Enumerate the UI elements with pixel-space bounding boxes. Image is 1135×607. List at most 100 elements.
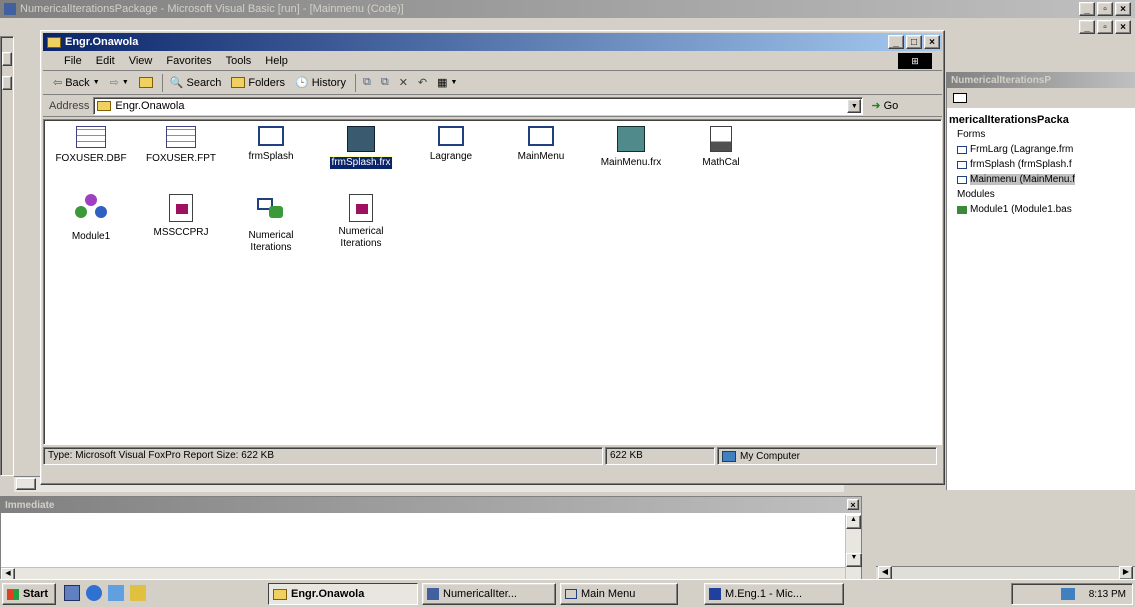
go-button[interactable]: ➜ Go xyxy=(867,97,902,114)
toolbox-button[interactable] xyxy=(2,52,12,66)
explorer-caption-buttons: _ □ × xyxy=(886,35,940,49)
form-icon xyxy=(528,126,554,146)
project-root[interactable]: mericalIterationsPacka xyxy=(949,112,1131,127)
close-icon[interactable]: × xyxy=(847,499,859,510)
vb-title: NumericalIterationsPackage - Microsoft V… xyxy=(20,3,404,15)
address-field[interactable]: Engr.Onawola ▼ xyxy=(93,96,864,115)
chevron-down-icon[interactable]: ▼ xyxy=(847,98,862,113)
vb-caption-buttons: _ ▫ × xyxy=(1077,2,1131,16)
status-size: 622 KB xyxy=(605,447,715,465)
network-icon[interactable] xyxy=(1060,588,1075,600)
forward-button[interactable]: ⇨ ▼ xyxy=(106,74,133,91)
delete-button[interactable]: ✕ xyxy=(395,74,412,91)
file-item[interactable]: Numerical Iterations xyxy=(226,194,316,254)
menu-favorites[interactable]: Favorites xyxy=(159,53,218,69)
folders-button[interactable]: Folders xyxy=(227,75,289,91)
file-item[interactable]: Lagrange xyxy=(406,126,496,163)
history-button[interactable]: 🕒 History xyxy=(291,74,350,91)
scroll-left-arrow[interactable]: ◀ xyxy=(878,566,892,580)
scroll-down-arrow[interactable]: ▼ xyxy=(846,553,862,567)
file-item[interactable]: FOXUSER.FPT xyxy=(136,126,226,165)
tree-item[interactable]: frmSplash (frmSplash.f xyxy=(949,157,1131,172)
chevron-down-icon: ▼ xyxy=(121,79,129,86)
close-icon[interactable]: × xyxy=(924,35,940,49)
form-icon xyxy=(565,589,577,599)
frx-icon xyxy=(347,126,375,152)
explorer-title-bar: Engr.Onawola xyxy=(43,33,942,51)
start-button[interactable]: Start xyxy=(2,583,56,605)
taskbar-item-word[interactable]: M.Eng.1 - Mic... xyxy=(704,583,844,605)
minimize-icon[interactable]: _ xyxy=(888,35,904,49)
internet-explorer-icon[interactable] xyxy=(86,585,102,601)
toolbox-button[interactable] xyxy=(2,76,12,90)
up-folder-button[interactable] xyxy=(135,75,157,90)
views-button[interactable]: ▦ ▼ xyxy=(433,74,461,91)
file-item[interactable]: MSSCCPRJ xyxy=(136,194,226,239)
file-item-selected[interactable]: frmSplash.frx xyxy=(316,126,406,170)
project-panel-title: NumericalIterationsP xyxy=(947,72,1135,88)
undo-button[interactable]: ↶ xyxy=(414,74,431,91)
file-item[interactable]: MainMenu xyxy=(496,126,586,163)
restore-icon[interactable]: ▫ xyxy=(1097,2,1113,16)
toolbar-separator xyxy=(354,73,356,92)
outlook-express-icon[interactable] xyxy=(108,585,124,601)
file-item[interactable]: Module1 xyxy=(46,194,136,243)
menu-edit[interactable]: Edit xyxy=(89,53,122,69)
file-item[interactable]: MathCal xyxy=(676,126,766,169)
file-item[interactable]: MainMenu.frx xyxy=(586,126,676,169)
move-to-button[interactable]: ⧉ xyxy=(359,74,375,91)
close-icon[interactable]: × xyxy=(1115,2,1131,16)
file-item[interactable]: FOXUSER.DBF xyxy=(46,126,136,165)
menu-help[interactable]: Help xyxy=(258,53,295,69)
vb-icon xyxy=(427,588,439,600)
menu-view[interactable]: View xyxy=(122,53,160,69)
close-icon[interactable]: × xyxy=(1115,20,1131,34)
windows-logo-icon xyxy=(7,588,19,600)
menu-file[interactable]: File xyxy=(57,53,89,69)
status-zone: My Computer xyxy=(717,447,937,465)
project-panel-hscroll[interactable] xyxy=(876,566,1135,580)
taskbar-item-vb[interactable]: NumericalIter... xyxy=(422,583,556,605)
restore-icon[interactable]: ▫ xyxy=(1097,20,1113,34)
project-icon xyxy=(255,194,287,226)
views-icon: ▦ xyxy=(437,77,448,89)
menu-tools[interactable]: Tools xyxy=(219,53,259,69)
go-arrow-icon: ➜ xyxy=(871,100,881,112)
copy-to-button[interactable]: ⧉ xyxy=(377,74,393,91)
computer-icon xyxy=(722,450,736,462)
minimize-icon[interactable]: _ xyxy=(1079,20,1095,34)
delete-icon: ✕ xyxy=(398,77,408,89)
copy-to-icon: ⧉ xyxy=(380,76,389,88)
menu-bar: File Edit View Favorites Tools Help ⊞ xyxy=(43,51,942,71)
file-item[interactable]: frmSplash xyxy=(226,126,316,163)
code-view-button[interactable] xyxy=(16,478,36,490)
explorer-title: Engr.Onawola xyxy=(65,36,139,48)
back-button[interactable]: ⇦ Back ▼ xyxy=(49,74,104,91)
word-icon xyxy=(709,588,721,600)
vb-title-bar: NumericalIterationsPackage - Microsoft V… xyxy=(0,0,1135,18)
show-desktop-icon[interactable] xyxy=(64,585,80,601)
file-item[interactable]: Numerical Iterations xyxy=(316,194,406,250)
scroll-right-arrow[interactable]: ▶ xyxy=(1119,566,1133,580)
project-toolbar xyxy=(947,88,1135,108)
folder-icon xyxy=(97,100,112,111)
immediate-vscroll[interactable]: ▲ ▼ xyxy=(845,515,862,581)
modules-folder[interactable]: Modules xyxy=(949,187,1131,202)
search-button[interactable]: 🔍 Search xyxy=(166,74,226,91)
scroll-up-arrow[interactable]: ▲ xyxy=(846,515,861,529)
taskbar-item-main-menu[interactable]: Main Menu xyxy=(560,583,678,605)
folder-icon[interactable] xyxy=(953,93,967,103)
quick-launch xyxy=(64,585,146,601)
tree-item[interactable]: Mainmenu (MainMenu.f xyxy=(949,172,1131,187)
tree-item[interactable]: Module1 (Module1.bas xyxy=(949,202,1131,217)
maximize-icon[interactable]: □ xyxy=(906,35,922,49)
immediate-title-bar: Immediate xyxy=(1,497,861,513)
minimize-icon[interactable]: _ xyxy=(1079,2,1095,16)
chevron-down-icon: ▼ xyxy=(92,79,100,86)
tree-item[interactable]: FrmLarg (Lagrange.frm xyxy=(949,142,1131,157)
forms-folder[interactable]: Forms xyxy=(949,127,1131,142)
channels-icon[interactable] xyxy=(130,585,146,601)
taskbar-item-explorer[interactable]: Engr.Onawola xyxy=(268,583,418,605)
forward-arrow-icon: ⇨ xyxy=(109,77,119,89)
form-icon xyxy=(957,145,967,154)
